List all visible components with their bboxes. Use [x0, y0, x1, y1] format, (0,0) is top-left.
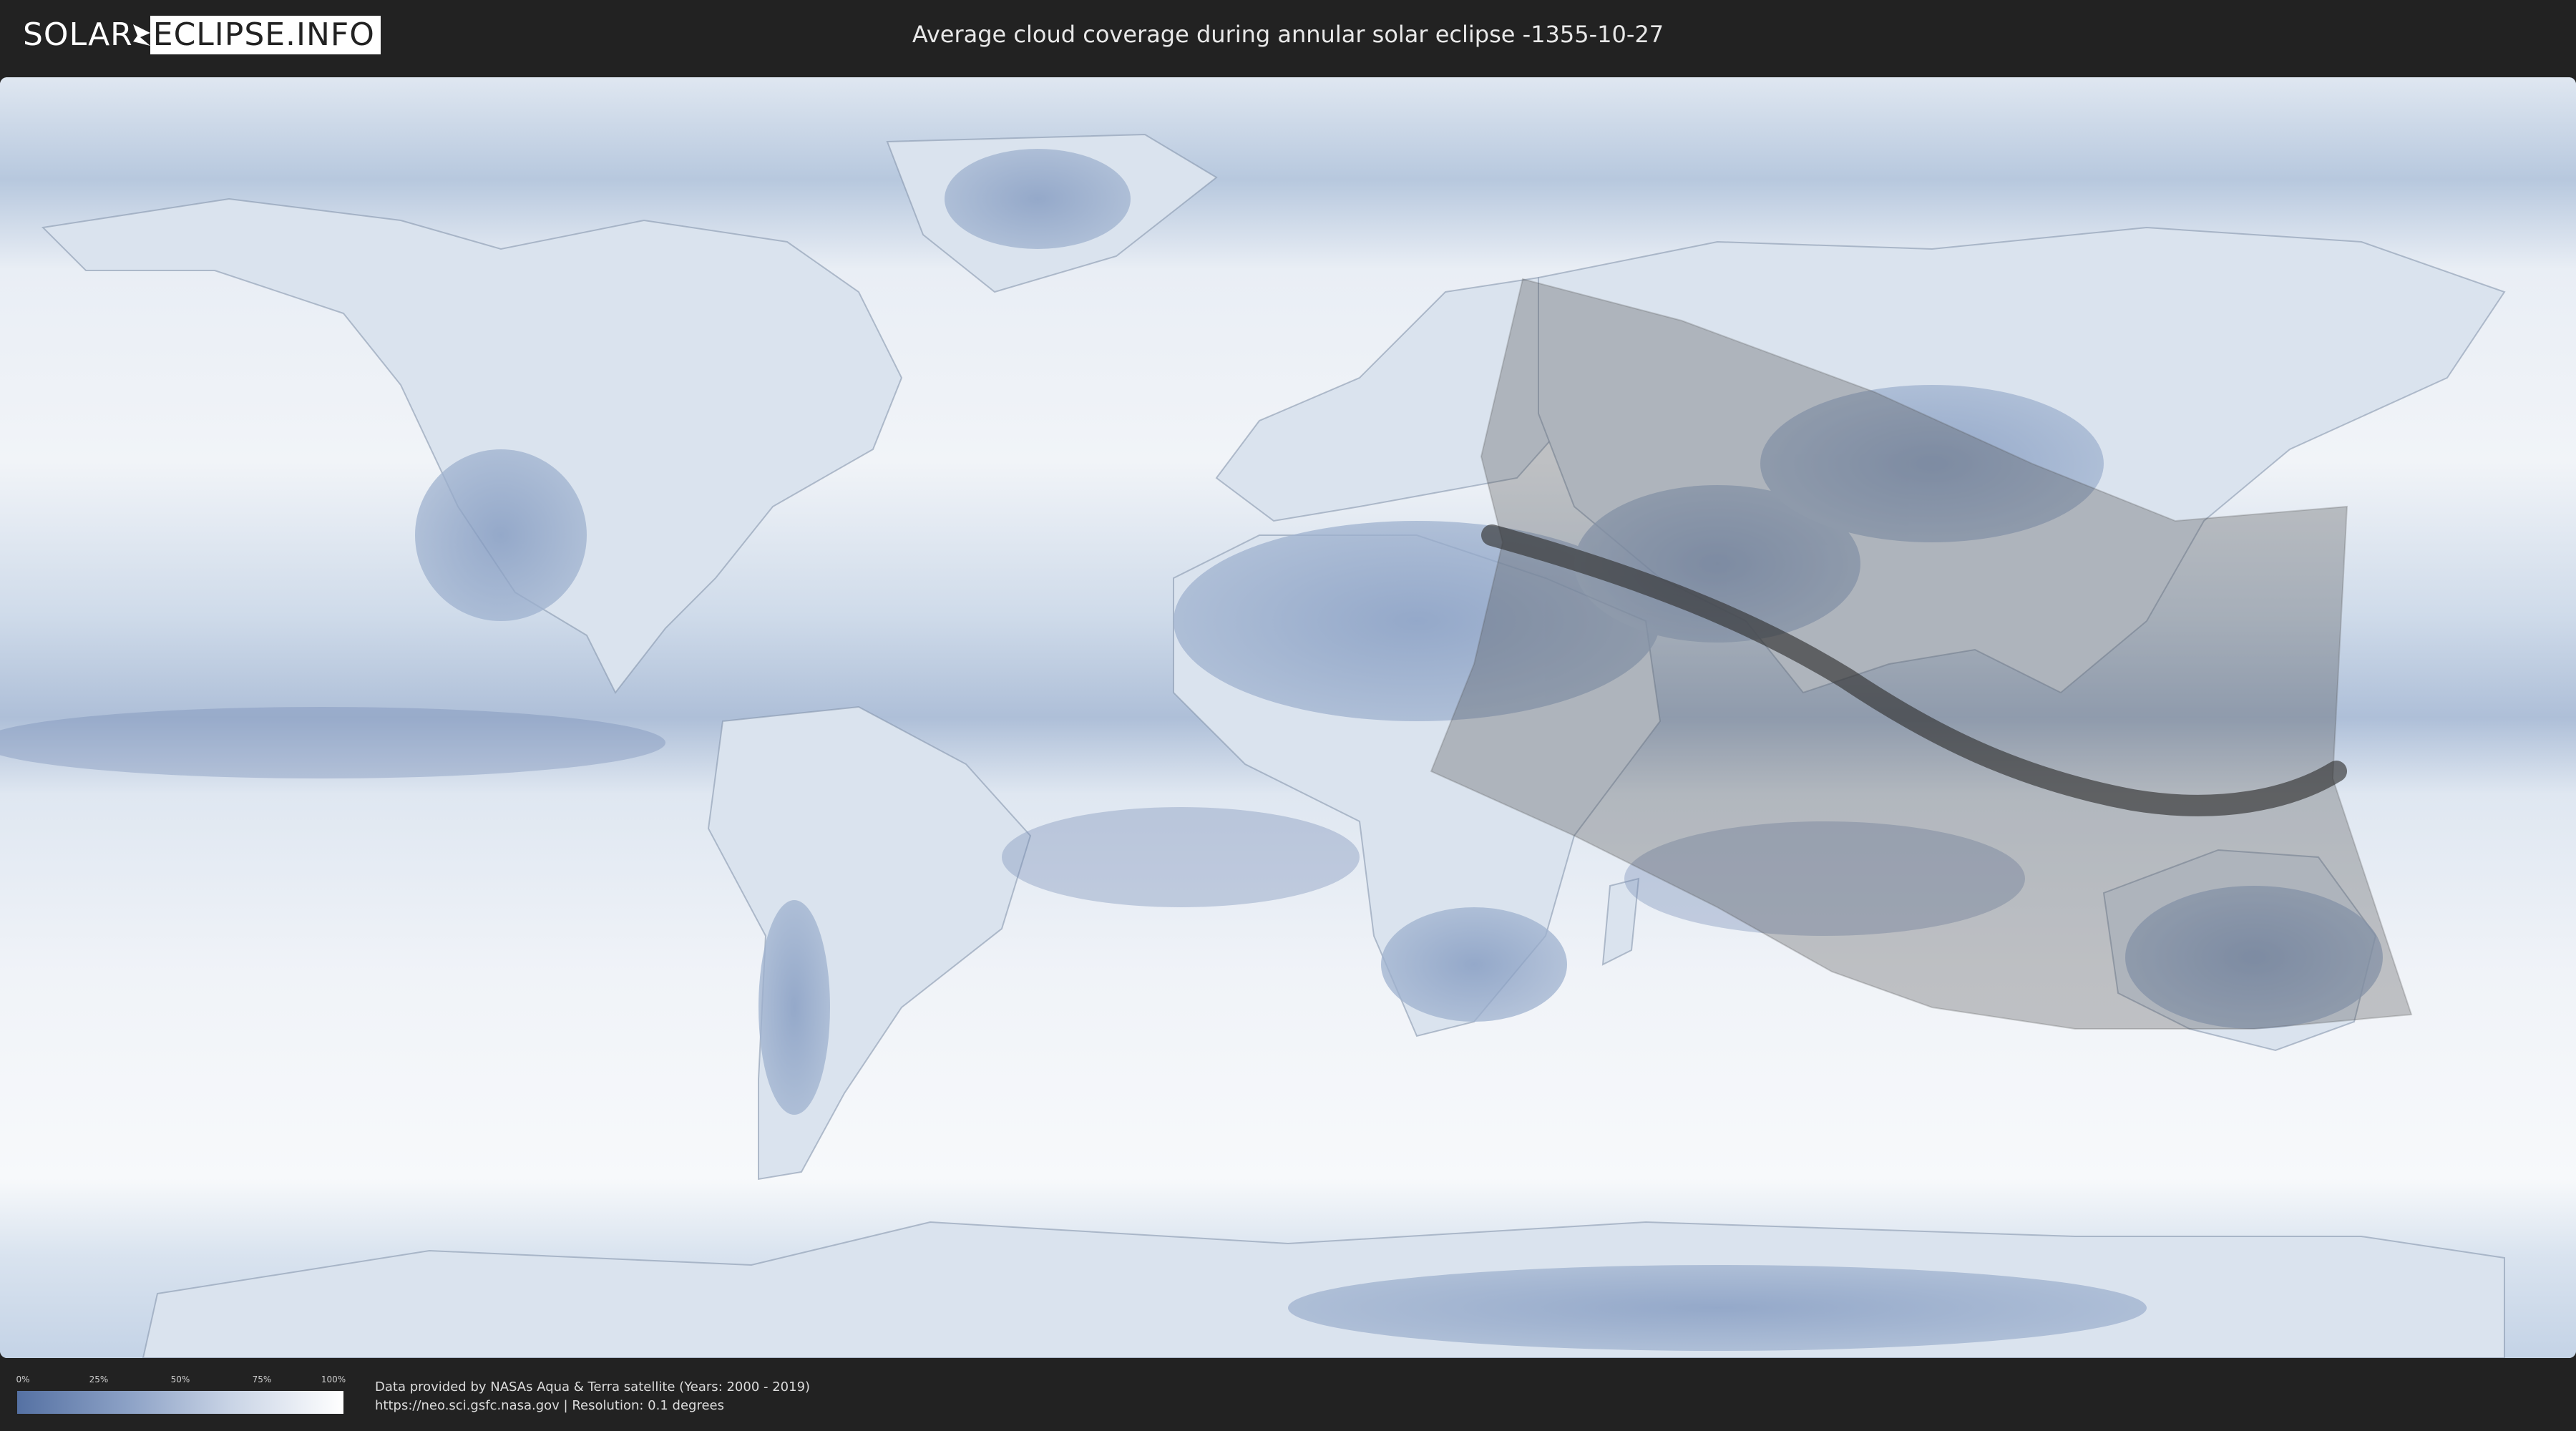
legend-tick-100: 100%	[321, 1374, 346, 1384]
header-bar: SOLAR ECLIPSE.INFO Average cloud coverag…	[0, 0, 2576, 74]
clear-region-greenland	[945, 149, 1131, 249]
logo-text-solar: SOLAR	[23, 16, 133, 53]
legend-ticks: 0% 25% 50% 75% 100%	[16, 1374, 346, 1385]
legend-tick-50: 50%	[170, 1374, 190, 1384]
page-title: Average cloud coverage during annular so…	[912, 21, 1664, 48]
page: SOLAR ECLIPSE.INFO Average cloud coverag…	[0, 0, 2576, 1431]
clear-band-pacific	[0, 707, 665, 778]
legend-tick-0: 0%	[16, 1374, 30, 1384]
world-map-svg	[0, 77, 2576, 1358]
logo-text-eclipse-info: ECLIPSE.INFO	[150, 16, 381, 54]
clear-region-southern-africa	[1381, 907, 1567, 1022]
data-credits: Data provided by NASAs Aqua & Terra sate…	[375, 1378, 810, 1415]
clear-region-andes	[758, 900, 830, 1115]
legend-color-bar	[17, 1391, 343, 1414]
site-logo[interactable]: SOLAR ECLIPSE.INFO	[23, 16, 381, 54]
cloud-coverage-map[interactable]	[0, 77, 2576, 1358]
legend-tick-75: 75%	[252, 1374, 272, 1384]
clear-region-antarctica	[1288, 1265, 2147, 1351]
credits-line-url[interactable]: https://neo.sci.gsfc.nasa.gov | Resoluti…	[375, 1397, 810, 1415]
credits-line-source: Data provided by NASAs Aqua & Terra sate…	[375, 1379, 811, 1395]
clear-region-mexico	[415, 449, 587, 621]
legend-tick-25: 25%	[89, 1374, 109, 1384]
logo-shadow-icon	[132, 24, 150, 46]
cloud-coverage-legend: 0% 25% 50% 75% 100%	[16, 1374, 346, 1414]
clear-band-atlantic	[1002, 807, 1360, 907]
